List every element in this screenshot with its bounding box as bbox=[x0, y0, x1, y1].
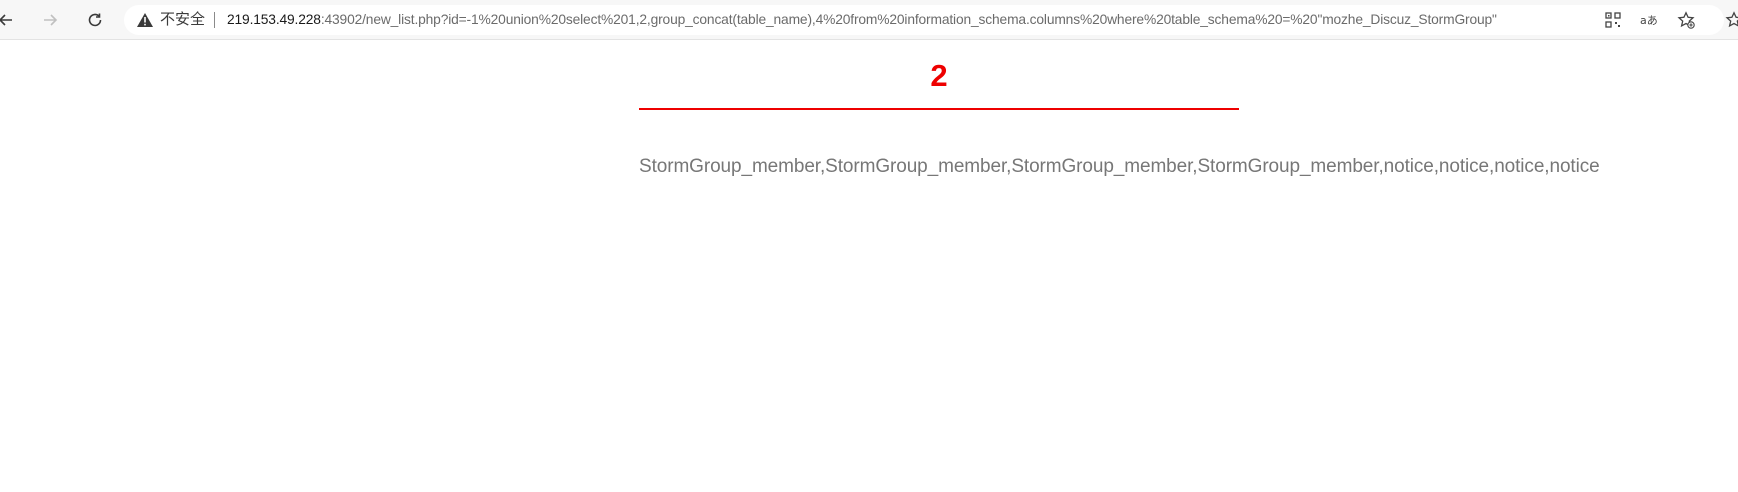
url-host: 219.153.49.228 bbox=[227, 12, 321, 27]
url-path: :43902/new_list.php?id=-1%20union%20sele… bbox=[320, 12, 1497, 27]
separator bbox=[214, 12, 215, 28]
svg-text:aあ: aあ bbox=[1640, 14, 1658, 27]
collections-icon[interactable] bbox=[1722, 8, 1738, 32]
qr-code-icon[interactable] bbox=[1601, 8, 1625, 32]
address-bar[interactable]: 不安全 219.153.49.228:43902/new_list.php?id… bbox=[124, 5, 1724, 35]
add-favorite-icon[interactable] bbox=[1674, 8, 1698, 32]
forward-arrow-icon[interactable] bbox=[38, 8, 62, 32]
url-text[interactable]: 219.153.49.228:43902/new_list.php?id=-1%… bbox=[227, 11, 1497, 29]
back-arrow-icon[interactable] bbox=[0, 8, 18, 32]
reload-icon[interactable] bbox=[83, 8, 107, 32]
security-label[interactable]: 不安全 bbox=[160, 11, 205, 29]
translate-icon[interactable]: aあ bbox=[1638, 8, 1662, 32]
warning-icon[interactable] bbox=[136, 12, 154, 28]
heading-underline bbox=[639, 108, 1239, 110]
browser-toolbar: 不安全 219.153.49.228:43902/new_list.php?id… bbox=[0, 0, 1738, 40]
page-heading: 2 bbox=[930, 58, 948, 93]
query-result-text: StormGroup_member,StormGroup_member,Stor… bbox=[639, 156, 1600, 177]
